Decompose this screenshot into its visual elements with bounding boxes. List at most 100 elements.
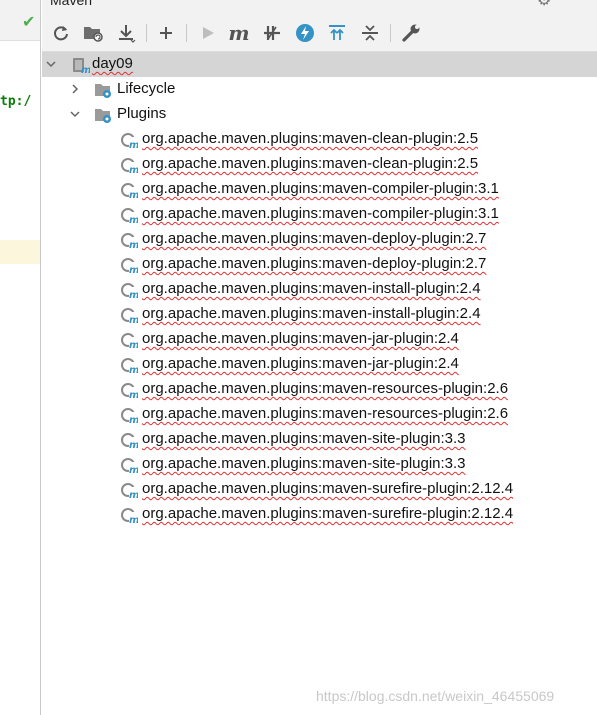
plugin-label: org.apache.maven.plugins:maven-jar-plugi…: [142, 355, 459, 372]
plugin-label: org.apache.maven.plugins:maven-install-p…: [142, 305, 481, 322]
maven-plugin-icon: m: [121, 183, 138, 199]
collapse-all-icon[interactable]: [359, 22, 381, 44]
plugin-label: org.apache.maven.plugins:maven-clean-plu…: [142, 130, 479, 147]
maven-plugin-icon: m: [121, 383, 138, 399]
lifecycle-label: Lifecycle: [117, 80, 176, 97]
current-line-highlight: [0, 240, 41, 264]
plugin-item[interactable]: m org.apache.maven.plugins:maven-jar-plu…: [42, 352, 597, 377]
plugin-item[interactable]: m org.apache.maven.plugins:maven-clean-p…: [42, 152, 597, 177]
maven-plugin-icon: m: [121, 283, 138, 299]
maven-plugin-icon: m: [121, 433, 138, 449]
toolbar-separator: [186, 24, 187, 42]
svg-text:m: m: [129, 340, 138, 349]
offline-icon[interactable]: [294, 22, 316, 44]
svg-text:m: m: [129, 215, 138, 224]
svg-text:m: m: [129, 265, 138, 274]
project-name: day09: [92, 55, 133, 72]
plugins-label: Plugins: [117, 105, 167, 122]
svg-text:m: m: [129, 165, 138, 174]
chevron-down-icon[interactable]: [46, 59, 56, 69]
svg-text:m: m: [129, 190, 138, 199]
svg-text:m: m: [129, 515, 138, 524]
plugin-label: org.apache.maven.plugins:maven-compiler-…: [142, 180, 499, 197]
maven-plugin-icon: m: [121, 483, 138, 499]
maven-plugin-icon: m: [121, 408, 138, 424]
plugin-item[interactable]: m org.apache.maven.plugins:maven-install…: [42, 277, 597, 302]
show-dependencies-icon[interactable]: [326, 22, 348, 44]
plugin-item[interactable]: m org.apache.maven.plugins:maven-jar-plu…: [42, 327, 597, 352]
chevron-down-icon[interactable]: [70, 109, 80, 119]
reload-icon[interactable]: [50, 22, 72, 44]
maven-plugin-icon: m: [121, 308, 138, 324]
maven-tree: m day09 Lifecycle: [42, 52, 597, 715]
plugin-label: org.apache.maven.plugins:maven-deploy-pl…: [142, 230, 487, 247]
svg-text:m: m: [129, 440, 138, 449]
plugin-item[interactable]: m org.apache.maven.plugins:maven-deploy-…: [42, 252, 597, 277]
maven-plugin-icon: m: [121, 133, 138, 149]
wrench-icon[interactable]: [400, 22, 422, 44]
divider: [0, 40, 41, 41]
plugin-label: org.apache.maven.plugins:maven-jar-plugi…: [142, 330, 459, 347]
plugin-item[interactable]: m org.apache.maven.plugins:maven-resourc…: [42, 402, 597, 427]
svg-text:m: m: [129, 390, 138, 399]
run-icon[interactable]: [197, 22, 219, 44]
plugin-label: org.apache.maven.plugins:maven-resources…: [142, 380, 509, 397]
panel-title: Maven: [50, 0, 93, 8]
plugin-label: org.apache.maven.plugins:maven-site-plug…: [142, 455, 466, 472]
plugin-item[interactable]: m org.apache.maven.plugins:maven-compile…: [42, 177, 597, 202]
svg-text:m: m: [129, 240, 138, 249]
tree-node-lifecycle[interactable]: Lifecycle: [42, 77, 597, 102]
maven-project-icon: m: [73, 58, 90, 74]
maven-toolbar: m: [42, 14, 597, 52]
plugin-label: org.apache.maven.plugins:maven-install-p…: [142, 280, 481, 297]
chevron-right-icon[interactable]: [70, 84, 80, 94]
watermark: https://blog.csdn.net/weixin_46455069: [316, 688, 555, 704]
svg-text:m: m: [129, 415, 138, 424]
folder-gear-icon: [95, 84, 111, 98]
maven-plugin-icon: m: [121, 158, 138, 174]
maven-plugin-icon: m: [121, 358, 138, 374]
plugin-label: org.apache.maven.plugins:maven-site-plug…: [142, 430, 466, 447]
check-icon: ✔: [22, 12, 36, 31]
svg-text:m: m: [129, 290, 138, 299]
code-fragment: tp:/: [0, 94, 32, 109]
plugin-label: org.apache.maven.plugins:maven-surefire-…: [142, 480, 514, 497]
tree-node-project[interactable]: m day09: [42, 52, 597, 77]
plugin-item[interactable]: m org.apache.maven.plugins:maven-surefir…: [42, 477, 597, 502]
plugin-label: org.apache.maven.plugins:maven-compiler-…: [142, 205, 499, 222]
plugin-label: org.apache.maven.plugins:maven-deploy-pl…: [142, 255, 487, 272]
maven-tool-window: Maven ⚙: [42, 0, 597, 715]
panel-header: Maven ⚙: [42, 0, 597, 14]
tree-node-plugins[interactable]: Plugins: [42, 102, 597, 127]
plugin-item[interactable]: m org.apache.maven.plugins:maven-install…: [42, 302, 597, 327]
plugin-item[interactable]: m org.apache.maven.plugins:maven-deploy-…: [42, 227, 597, 252]
maven-plugin-icon: m: [121, 333, 138, 349]
maven-plugin-icon: m: [121, 458, 138, 474]
skip-tests-icon[interactable]: [261, 22, 283, 44]
panel-divider[interactable]: [40, 0, 41, 715]
svg-text:m: m: [129, 140, 138, 149]
maven-plugin-icon: m: [121, 208, 138, 224]
execute-goal-icon[interactable]: m: [228, 22, 250, 44]
toolbar-separator: [146, 24, 147, 42]
svg-text:m: m: [81, 65, 90, 74]
svg-text:m: m: [129, 365, 138, 374]
generate-sources-icon[interactable]: [82, 22, 104, 44]
maven-plugin-icon: m: [121, 233, 138, 249]
plugin-label: org.apache.maven.plugins:maven-clean-plu…: [142, 155, 479, 172]
maven-plugin-icon: m: [121, 258, 138, 274]
maven-plugin-icon: m: [121, 508, 138, 524]
gear-icon[interactable]: ⚙: [537, 0, 555, 9]
plugin-item[interactable]: m org.apache.maven.plugins:maven-surefir…: [42, 502, 597, 527]
plugin-item[interactable]: m org.apache.maven.plugins:maven-site-pl…: [42, 452, 597, 477]
svg-text:m: m: [129, 490, 138, 499]
download-icon[interactable]: [115, 22, 137, 44]
add-icon[interactable]: [155, 22, 177, 44]
plugin-item[interactable]: m org.apache.maven.plugins:maven-clean-p…: [42, 127, 597, 152]
svg-text:m: m: [129, 315, 138, 324]
plugin-label: org.apache.maven.plugins:maven-resources…: [142, 405, 509, 422]
plugin-item[interactable]: m org.apache.maven.plugins:maven-resourc…: [42, 377, 597, 402]
plugin-item[interactable]: m org.apache.maven.plugins:maven-compile…: [42, 202, 597, 227]
plugin-item[interactable]: m org.apache.maven.plugins:maven-site-pl…: [42, 427, 597, 452]
folder-gear-icon: [95, 109, 111, 123]
